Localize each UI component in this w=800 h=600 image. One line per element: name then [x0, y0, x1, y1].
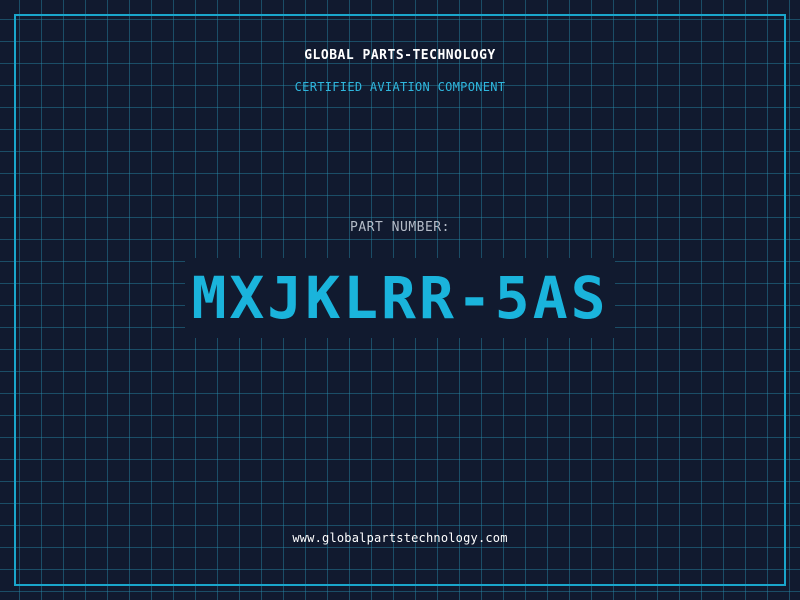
- website-url: www.globalpartstechnology.com: [292, 531, 508, 545]
- part-number-container: MXJKLRR-5AS: [0, 258, 800, 338]
- part-number-value: MXJKLRR-5AS: [185, 258, 615, 338]
- certification-subtitle: CERTIFIED AVIATION COMPONENT: [294, 80, 506, 94]
- company-name: GLOBAL PARTS-TECHNOLOGY: [304, 48, 496, 63]
- part-number-label: PART NUMBER:: [350, 220, 450, 235]
